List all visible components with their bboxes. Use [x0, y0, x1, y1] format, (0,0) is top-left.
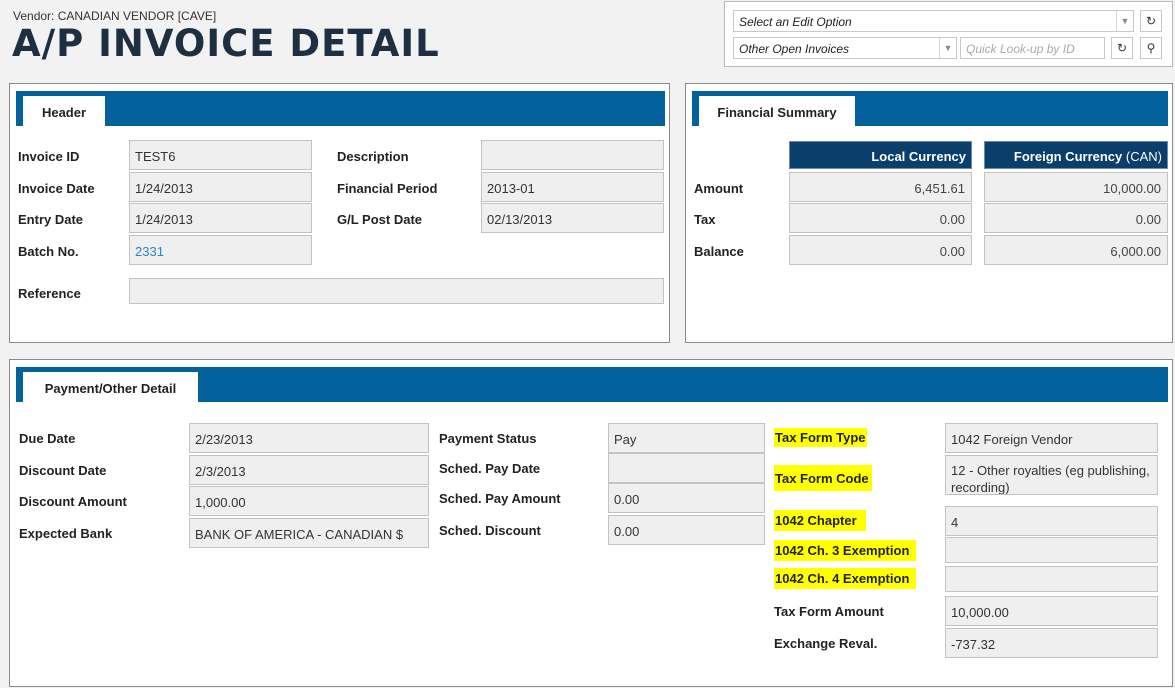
ch4-exemption-label: 1042 Ch. 4 Exemption: [774, 568, 917, 589]
tab-payment-other-detail[interactable]: Payment/Other Detail: [23, 372, 198, 402]
tax-form-type-label: Tax Form Type: [774, 428, 867, 447]
description-label: Description: [337, 149, 409, 164]
discount-date-field: 2/3/2013: [189, 455, 429, 485]
edit-option-select[interactable]: Select an Edit Option ▼: [733, 10, 1134, 32]
invoice-id-field: TEST6: [129, 140, 312, 170]
sched-pay-amount-field: 0.00: [608, 483, 765, 513]
refresh-icon[interactable]: ↻: [1111, 37, 1133, 59]
foreign-tax-field: 0.00: [984, 203, 1168, 233]
batch-no-link[interactable]: 2331: [129, 235, 312, 265]
due-date-field: 2/23/2013: [189, 423, 429, 453]
financial-period-field: 2013-01: [481, 172, 664, 202]
tab-financial-summary[interactable]: Financial Summary: [699, 96, 855, 126]
tax-form-type-field: 1042 Foreign Vendor: [945, 423, 1158, 453]
invoice-date-field: 1/24/2013: [129, 172, 312, 202]
tax-form-code-label-text: Tax Form Code: [774, 465, 872, 491]
edit-option-placeholder: Select an Edit Option: [739, 15, 852, 29]
invoice-id-label: Invoice ID: [18, 149, 80, 164]
foreign-amount-field: 10,000.00: [984, 172, 1168, 202]
payment-panel: Payment/Other Detail Due Date 2/23/2013 …: [9, 359, 1173, 687]
ch3-exemption-label-text: 1042 Ch. 3 Exemption: [774, 540, 917, 561]
discount-amount-field: 1,000.00: [189, 486, 429, 516]
description-field: [481, 140, 664, 170]
tax-label: Tax: [694, 212, 716, 227]
balance-label: Balance: [694, 244, 744, 259]
search-icon[interactable]: ⚲: [1140, 37, 1162, 59]
quick-lookup-input[interactable]: Quick Look-up by ID: [960, 37, 1105, 59]
tax-form-amount-label: Tax Form Amount: [774, 604, 884, 619]
header-band: [16, 91, 665, 126]
chevron-down-icon[interactable]: ▼: [1116, 11, 1133, 31]
payment-status-field: Pay: [608, 423, 765, 453]
due-date-label: Due Date: [19, 431, 76, 446]
sched-pay-amount-label: Sched. Pay Amount: [439, 491, 561, 506]
page-title: A/P INVOICE DETAIL: [12, 22, 440, 65]
foreign-currency-code: (CAN): [1125, 149, 1162, 164]
local-balance-field: 0.00: [789, 235, 972, 265]
batch-no-label: Batch No.: [18, 244, 79, 259]
gl-post-date-field: 02/13/2013: [481, 203, 664, 233]
invoice-date-label: Invoice Date: [18, 181, 95, 196]
other-invoices-value: Other Open Invoices: [739, 42, 850, 56]
chapter-field: 4: [945, 506, 1158, 536]
foreign-balance-field: 6,000.00: [984, 235, 1168, 265]
tax-form-amount-field: 10,000.00: [945, 596, 1158, 626]
edit-controls: Select an Edit Option ▼ ↻ Other Open Inv…: [724, 1, 1173, 67]
reference-field: [129, 278, 664, 304]
chapter-label-text: 1042 Chapter: [774, 510, 866, 531]
foreign-currency-header-text: Foreign Currency: [1013, 149, 1123, 164]
tab-header[interactable]: Header: [23, 96, 105, 126]
other-invoices-select[interactable]: Other Open Invoices ▼: [733, 37, 957, 59]
exchange-reval-field: -737.32: [945, 628, 1158, 658]
local-currency-header-text: Local Currency: [871, 149, 966, 164]
ch3-exemption-label: 1042 Ch. 3 Exemption: [774, 540, 917, 561]
local-tax-field: 0.00: [789, 203, 972, 233]
payment-status-label: Payment Status: [439, 431, 537, 446]
exchange-reval-label: Exchange Reval.: [774, 636, 878, 651]
sched-discount-field: 0.00: [608, 515, 765, 545]
sched-pay-date-field: [608, 453, 765, 483]
tax-form-code-field: 12 - Other royalties (eg publishing, rec…: [945, 455, 1158, 495]
header-panel: Header Invoice ID TEST6 Invoice Date 1/2…: [9, 83, 670, 343]
chapter-label: 1042 Chapter: [774, 510, 866, 531]
refresh-icon[interactable]: ↻: [1140, 10, 1162, 32]
ch4-exemption-field: [945, 566, 1158, 592]
chevron-down-icon[interactable]: ▼: [939, 38, 956, 58]
expected-bank-field: BANK OF AMERICA - CANADIAN $: [189, 518, 429, 548]
financial-summary-panel: Financial Summary Local Currency Foreign…: [685, 83, 1173, 343]
ch4-exemption-label-text: 1042 Ch. 4 Exemption: [774, 568, 917, 589]
entry-date-label: Entry Date: [18, 212, 84, 227]
sched-pay-date-label: Sched. Pay Date: [439, 461, 541, 476]
vendor-label: Vendor: CANADIAN VENDOR [CAVE]: [13, 9, 217, 23]
foreign-currency-header: Foreign Currency (CAN): [984, 141, 1168, 169]
tax-form-code-label: Tax Form Code: [774, 465, 872, 491]
tax-form-type-label-text: Tax Form Type: [774, 428, 867, 447]
entry-date-field: 1/24/2013: [129, 203, 312, 233]
reference-label: Reference: [18, 286, 81, 301]
amount-label: Amount: [694, 181, 744, 196]
ch3-exemption-field: [945, 537, 1158, 563]
local-currency-header: Local Currency: [789, 141, 972, 169]
sched-discount-label: Sched. Discount: [439, 523, 541, 538]
expected-bank-label: Expected Bank: [19, 526, 113, 541]
discount-amount-label: Discount Amount: [19, 494, 127, 509]
local-amount-field: 6,451.61: [789, 172, 972, 202]
financial-period-label: Financial Period: [337, 181, 438, 196]
gl-post-date-label: G/L Post Date: [337, 212, 423, 227]
discount-date-label: Discount Date: [19, 463, 107, 478]
quick-lookup-placeholder: Quick Look-up by ID: [966, 42, 1075, 56]
